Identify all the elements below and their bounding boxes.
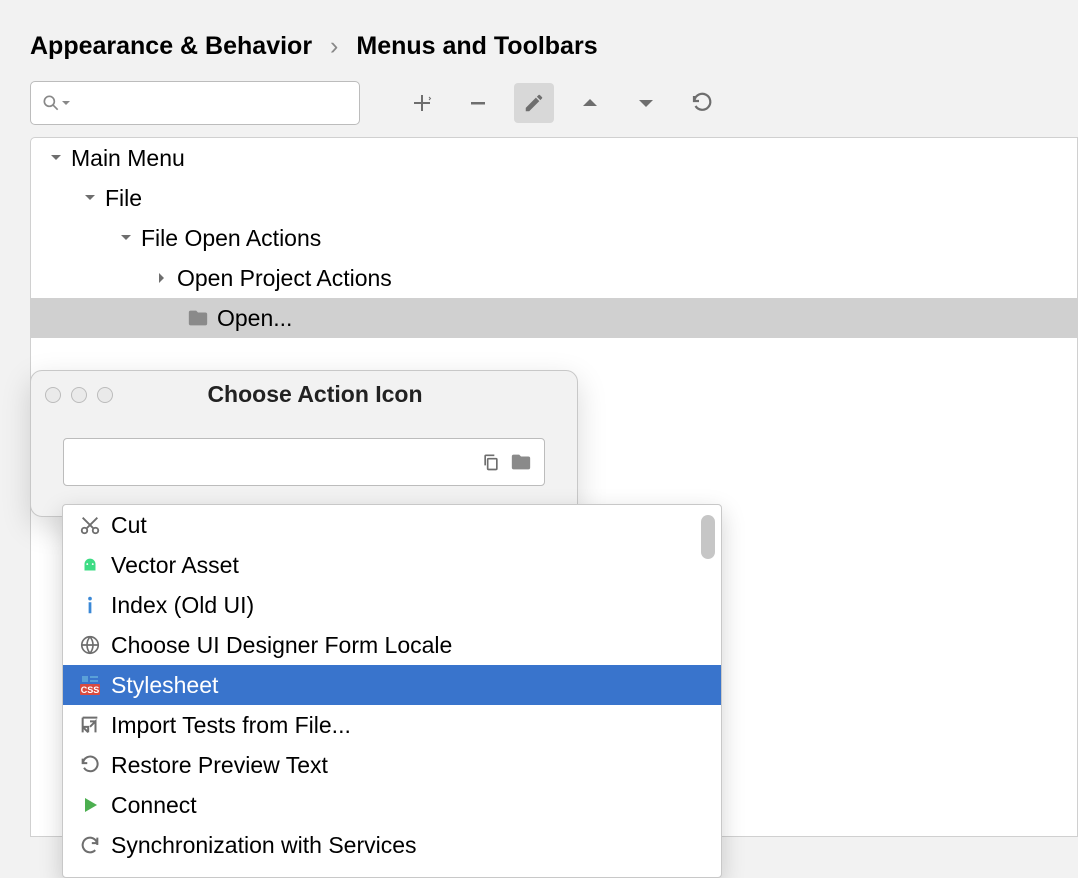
dialog-title: Choose Action Icon [123,381,507,408]
browse-folder-button[interactable] [506,447,536,477]
tree-label: Main Menu [71,145,185,172]
dropdown-item-label: Restore Preview Text [111,752,328,779]
dropdown-item-label: Synchronization with Services [111,832,417,859]
dropdown-item[interactable]: Restore Preview Text [63,745,721,785]
toolbar [0,81,1078,137]
globe-icon [75,634,105,656]
dropdown-item-label: Choose UI Designer Form Locale [111,632,452,659]
css-icon: CSS [75,674,105,696]
dropdown-item[interactable]: Choose UI Designer Form Locale [63,625,721,665]
tree-label: Open... [217,305,292,332]
copy-action-button[interactable] [476,447,506,477]
remove-button[interactable] [458,83,498,123]
chevron-down-icon[interactable] [79,191,101,205]
play-icon [75,795,105,815]
dropdown-item-label: Stylesheet [111,672,218,699]
sync-icon [75,834,105,856]
dropdown-item[interactable]: Synchronization with Services [63,825,721,865]
scrollbar-thumb[interactable] [701,515,715,559]
edit-button[interactable] [514,83,554,123]
dropdown-item-label: Connect [111,792,197,819]
breadcrumb: Appearance & Behavior › Menus and Toolba… [0,0,1078,81]
breadcrumb-current: Menus and Toolbars [356,32,597,61]
tree-item-main-menu[interactable]: Main Menu [31,138,1077,178]
tree-item-open[interactable]: Open... [31,298,1077,338]
add-button[interactable] [402,83,442,123]
chevron-down-icon[interactable] [45,151,67,165]
reset-button[interactable] [682,83,722,123]
import-icon [75,714,105,736]
window-minimize-button[interactable] [71,387,87,403]
dropdown-item-label: Import Tests from File... [111,712,351,739]
dropdown-item[interactable]: Index (Old UI) [63,585,721,625]
cut-icon [75,514,105,536]
icon-path-input[interactable] [72,451,476,474]
move-up-button[interactable] [570,83,610,123]
dropdown-item[interactable]: CSS Stylesheet [63,665,721,705]
search-box[interactable] [30,81,360,125]
android-icon [75,554,105,576]
dropdown-item-label: Vector Asset [111,552,239,579]
undo-icon [75,754,105,776]
icon-path-input-row [63,438,545,486]
info-icon [75,594,105,616]
dropdown-item-label: Cut [111,512,147,539]
dialog-titlebar: Choose Action Icon [31,371,577,418]
dropdown-icon [61,98,71,108]
search-input[interactable] [71,92,349,115]
chevron-down-icon[interactable] [115,231,137,245]
chevron-right-icon: › [330,32,338,61]
svg-text:CSS: CSS [81,685,100,695]
tree-label: File Open Actions [141,225,321,252]
choose-action-icon-dialog: Choose Action Icon [30,370,578,517]
move-down-button[interactable] [626,83,666,123]
window-close-button[interactable] [45,387,61,403]
tree-label: File [105,185,142,212]
dropdown-item[interactable]: Import Tests from File... [63,705,721,745]
dropdown-item[interactable]: Connect [63,785,721,825]
tree-label: Open Project Actions [177,265,392,292]
breadcrumb-parent[interactable]: Appearance & Behavior [30,32,312,61]
search-icon [41,93,61,113]
chevron-right-icon[interactable] [151,271,173,285]
dropdown-item[interactable]: Cut [63,505,721,545]
folder-icon [185,307,211,329]
window-zoom-button[interactable] [97,387,113,403]
tree-item-file-open-actions[interactable]: File Open Actions [31,218,1077,258]
tree-item-open-project-actions[interactable]: Open Project Actions [31,258,1077,298]
action-icon-dropdown: Cut Vector Asset Index (Old UI) Choose UI D… [62,504,722,878]
dropdown-item-label: Index (Old UI) [111,592,254,619]
tree-item-file[interactable]: File [31,178,1077,218]
dropdown-item[interactable]: Vector Asset [63,545,721,585]
